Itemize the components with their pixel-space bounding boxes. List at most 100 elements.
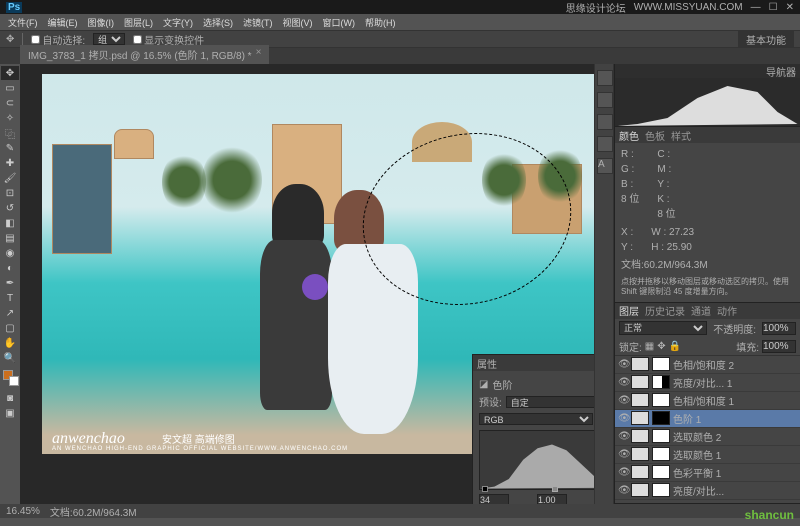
layer-row[interactable]: 👁亮度/对比... xyxy=(615,482,800,500)
layers-list: 👁色相/饱和度 2 👁亮度/对比... 1 👁色相/饱和度 1 👁色阶 1 👁选… xyxy=(615,356,800,500)
dodge-tool[interactable]: ◐ xyxy=(1,261,19,275)
input-shadow[interactable] xyxy=(479,494,509,504)
lock-pixels-icon[interactable]: ▦ xyxy=(645,341,654,352)
document-tab[interactable]: IMG_3783_1 拷贝.psd @ 16.5% (色阶 1, RGB/8) … xyxy=(20,45,269,64)
eraser-tool[interactable]: ◧ xyxy=(1,216,19,230)
visibility-icon[interactable]: 👁 xyxy=(618,449,628,460)
menu-window[interactable]: 窗口(W) xyxy=(319,16,360,29)
layer-row[interactable]: 👁选取颜色 1 xyxy=(615,446,800,464)
visibility-icon[interactable]: 👁 xyxy=(618,467,628,478)
background-color[interactable] xyxy=(9,376,19,386)
zoom-tool[interactable]: 🔍 xyxy=(1,351,19,365)
color-tab[interactable]: 颜色 xyxy=(619,128,639,143)
shape-tool[interactable]: ▢ xyxy=(1,321,19,335)
menu-image[interactable]: 图像(I) xyxy=(84,16,119,29)
channels-tab[interactable]: 通道 xyxy=(691,303,711,318)
layer-row[interactable]: 👁色彩平衡 1 xyxy=(615,464,800,482)
close-icon[interactable]: ✕ xyxy=(786,2,794,13)
pen-tool[interactable]: ✒ xyxy=(1,276,19,290)
canvas-area[interactable]: anwenchao 安文超 高端修图 AN WENCHAO HIGH-END G… xyxy=(20,64,594,504)
preset-select[interactable]: 自定 xyxy=(506,396,594,408)
layer-row[interactable]: 👁色阶 1 xyxy=(615,410,800,428)
actions-tab[interactable]: 动作 xyxy=(717,303,737,318)
visibility-icon[interactable]: 👁 xyxy=(618,431,628,442)
stamp-tool[interactable]: ⊡ xyxy=(1,186,19,200)
status-docsize: 文档:60.2M/964.3M xyxy=(50,504,137,519)
info-panel: R :G :B :8 位 C :M :Y :K :8 位 X :Y : W : … xyxy=(615,143,800,302)
menu-select[interactable]: 选择(S) xyxy=(199,16,237,29)
zoom-level[interactable]: 16.45% xyxy=(6,506,40,517)
styles-tab[interactable]: 样式 xyxy=(671,128,691,143)
visibility-icon[interactable]: 👁 xyxy=(618,485,628,496)
minimize-icon[interactable]: — xyxy=(751,2,761,13)
menu-filter[interactable]: 滤镜(T) xyxy=(239,16,277,29)
lock-position-icon[interactable]: ✥ xyxy=(657,341,665,352)
menu-file[interactable]: 文件(F) xyxy=(4,16,42,29)
properties-panel: 属性 ◪色阶 预设:自定 RGB自动 输出色阶: xyxy=(472,354,594,504)
hand-tool[interactable]: ✋ xyxy=(1,336,19,350)
menu-type[interactable]: 文字(Y) xyxy=(159,16,197,29)
path-tool[interactable]: ↗ xyxy=(1,306,19,320)
history-icon[interactable] xyxy=(597,70,613,86)
right-panels: 导航器 颜色 色板 样式 R :G :B :8 位 C :M :Y :K :8 … xyxy=(614,64,800,504)
lasso-tool[interactable]: ⊂ xyxy=(1,96,19,110)
gradient-tool[interactable]: ▤ xyxy=(1,231,19,245)
layer-row[interactable]: 👁色相/饱和度 1 xyxy=(615,392,800,410)
levels-icon: ◪ xyxy=(479,379,488,390)
history-tab[interactable]: 历史记录 xyxy=(645,303,685,318)
type-tool[interactable]: T xyxy=(1,291,19,305)
fill-input[interactable] xyxy=(762,340,796,353)
swatches-tab[interactable]: 色板 xyxy=(645,128,665,143)
histogram-panel[interactable] xyxy=(615,78,800,126)
shadow-slider[interactable] xyxy=(482,486,488,492)
eyedropper-tool[interactable]: ✎ xyxy=(1,141,19,155)
layer-row[interactable]: 👁选取颜色 2 xyxy=(615,428,800,446)
source-url: WWW.MISSYUAN.COM xyxy=(634,2,743,13)
menu-view[interactable]: 视图(V) xyxy=(279,16,317,29)
history-brush-tool[interactable]: ↺ xyxy=(1,201,19,215)
lock-all-icon[interactable]: 🔒 xyxy=(669,341,681,352)
gamma-slider[interactable] xyxy=(552,486,558,492)
char-icon[interactable] xyxy=(597,92,613,108)
workspace-switcher[interactable]: 基本功能 xyxy=(738,31,794,48)
visibility-icon[interactable]: 👁 xyxy=(618,395,628,406)
blend-mode-select[interactable]: 正常 xyxy=(619,321,707,335)
info-hint: 点按并拖移以移动图层或移动选区的拷贝。使用 Shift 键限制沿 45 度增量方… xyxy=(621,277,794,298)
visibility-icon[interactable]: 👁 xyxy=(618,359,628,370)
type-panel-icon[interactable]: A xyxy=(597,158,613,174)
maximize-icon[interactable]: ☐ xyxy=(769,2,778,13)
heal-tool[interactable]: ✚ xyxy=(1,156,19,170)
wand-tool[interactable]: ✧ xyxy=(1,111,19,125)
menu-layer[interactable]: 图层(L) xyxy=(120,16,157,29)
move-tool[interactable]: ✥ xyxy=(1,66,19,80)
layers-tab[interactable]: 图层 xyxy=(619,303,639,318)
status-bar: 16.45% 文档:60.2M/964.3M xyxy=(0,504,800,518)
menu-edit[interactable]: 编辑(E) xyxy=(44,16,82,29)
menu-bar: 文件(F) 编辑(E) 图像(I) 图层(L) 文字(Y) 选择(S) 滤镜(T… xyxy=(0,14,800,30)
visibility-icon[interactable]: 👁 xyxy=(618,377,628,388)
watermark-cn: 安文超 高端修图 xyxy=(162,431,235,446)
move-tool-icon[interactable]: ✥ xyxy=(6,34,14,45)
brush-tool[interactable]: 🖌 xyxy=(1,171,19,185)
adjust-icon[interactable] xyxy=(597,136,613,152)
info-docsize: 文档:60.2M/964.3M xyxy=(621,258,794,273)
levels-histogram[interactable] xyxy=(479,430,594,490)
visibility-icon[interactable]: 👁 xyxy=(618,413,628,424)
color-swatches[interactable] xyxy=(1,370,19,390)
layer-row[interactable]: 👁亮度/对比... 1 xyxy=(615,374,800,392)
window-titlebar: Ps 思缘设计论坛 WWW.MISSYUAN.COM — ☐ ✕ xyxy=(0,0,800,14)
auto-select-type[interactable]: 组 xyxy=(93,33,125,45)
screenmode-tool[interactable]: ▣ xyxy=(1,406,19,420)
opacity-input[interactable] xyxy=(762,322,796,335)
properties-tab[interactable]: 属性 xyxy=(477,356,497,371)
menu-help[interactable]: 帮助(H) xyxy=(361,16,400,29)
quickmask-tool[interactable]: ◙ xyxy=(1,391,19,405)
mb-icon[interactable] xyxy=(597,114,613,130)
input-gamma[interactable] xyxy=(537,494,567,504)
layer-row[interactable]: 👁色相/饱和度 2 xyxy=(615,356,800,374)
marquee-tool[interactable]: ▭ xyxy=(1,81,19,95)
channel-select[interactable]: RGB xyxy=(479,413,593,425)
tab-close-icon[interactable]: × xyxy=(256,47,262,62)
crop-tool[interactable]: ⿻ xyxy=(1,126,19,140)
blur-tool[interactable]: ◉ xyxy=(1,246,19,260)
